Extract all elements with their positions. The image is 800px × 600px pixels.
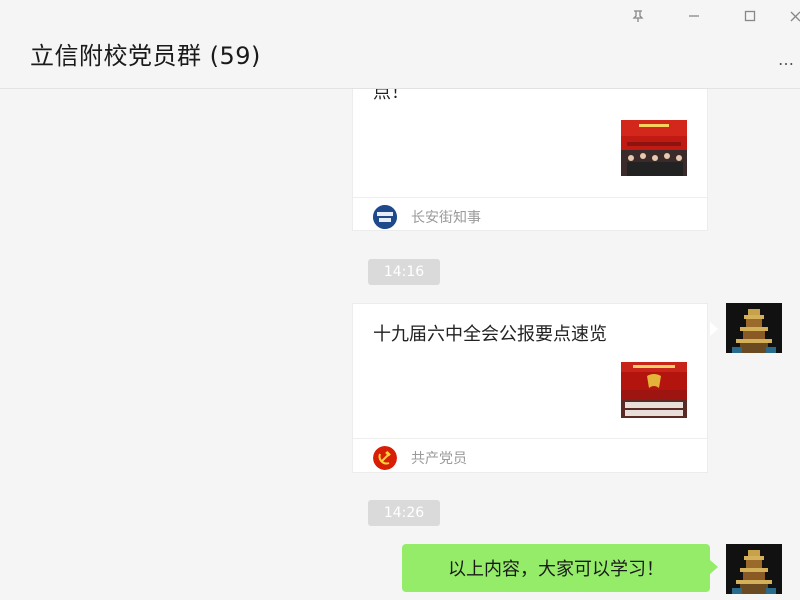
close-icon: [790, 10, 800, 22]
bubble-tail: [710, 322, 718, 336]
avatar[interactable]: [726, 303, 782, 353]
maximize-button[interactable]: [722, 6, 778, 26]
changanjie-logo-icon: [373, 205, 397, 229]
minimize-icon: [688, 10, 700, 22]
article-thumbnail: [621, 362, 687, 418]
card-divider: [353, 438, 707, 439]
window-controls: [610, 6, 800, 26]
pin-icon: [632, 9, 644, 23]
article-title: 点！: [373, 89, 409, 103]
article-thumbnail: [621, 120, 687, 176]
maximize-icon: [744, 10, 756, 22]
source-name: 长安街知事: [411, 210, 481, 226]
text-message-bubble[interactable]: 以上内容，大家可以学习！: [402, 544, 710, 592]
chat-window: 立信附校党员群 (59) … 点！ 长安街知事 14:16 十九届六中全会公报要…: [0, 0, 800, 600]
chat-header: 立信附校党员群 (59) …: [0, 0, 800, 89]
source-name: 共产党员: [411, 451, 467, 467]
article-source: 共产党员: [373, 446, 467, 470]
minimize-button[interactable]: [666, 6, 722, 26]
card-divider: [353, 197, 707, 198]
more-options-button[interactable]: …: [778, 50, 800, 69]
timestamp: 14:16: [368, 259, 440, 285]
bubble-tail: [710, 560, 718, 574]
article-card-gongchandangyuan[interactable]: 十九届六中全会公报要点速览 共产党员: [352, 303, 708, 473]
avatar[interactable]: [726, 544, 782, 594]
article-card-changanjie[interactable]: 点！ 长安街知事: [352, 89, 708, 231]
close-button[interactable]: [778, 6, 800, 26]
pin-button[interactable]: [610, 6, 666, 26]
timestamp: 14:26: [368, 500, 440, 526]
chat-title: 立信附校党员群 (59): [30, 42, 261, 70]
article-source: 长安街知事: [373, 205, 481, 229]
hammer-sickle-icon: [373, 446, 397, 470]
message-text: 以上内容，大家可以学习！: [448, 559, 664, 580]
message-list[interactable]: 点！ 长安街知事 14:16 十九届六中全会公报要点速览 共产党员 14:26 …: [0, 89, 800, 600]
article-title: 十九届六中全会公报要点速览: [373, 324, 607, 345]
